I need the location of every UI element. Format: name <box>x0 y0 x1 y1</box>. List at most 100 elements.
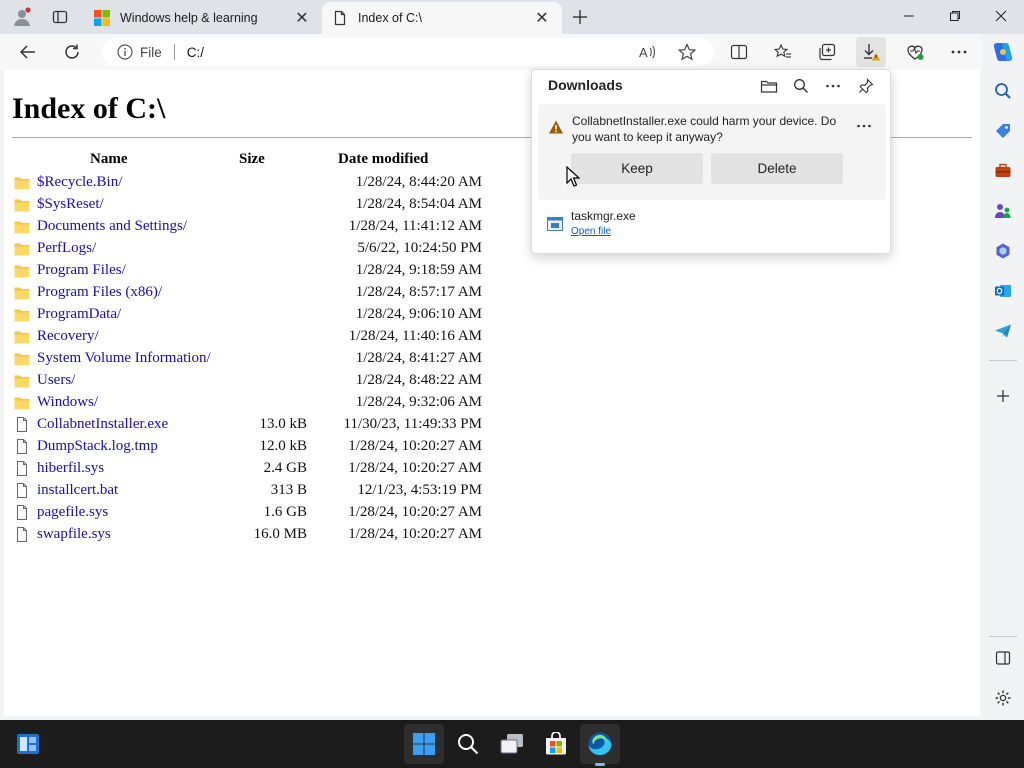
file-icon <box>14 505 30 520</box>
entry-name-link[interactable]: installcert.bat <box>37 482 118 499</box>
folder-icon <box>14 219 30 234</box>
entry-date: 1/28/24, 9:18:59 AM <box>355 262 482 278</box>
open-folder-icon[interactable] <box>756 73 782 99</box>
telegram-send-icon[interactable] <box>989 317 1017 345</box>
entry-name-link[interactable]: DumpStack.log.tmp <box>37 438 158 455</box>
open-file-link[interactable]: Open file <box>571 226 611 237</box>
more-options-icon[interactable] <box>820 73 846 99</box>
entry-date: 1/28/24, 9:32:06 AM <box>355 394 482 410</box>
edge-browser-icon[interactable] <box>580 724 620 764</box>
entry-name-link[interactable]: Recovery/ <box>37 328 99 345</box>
entry-name-link[interactable]: Users/ <box>37 372 75 389</box>
microsoft-365-icon[interactable] <box>989 237 1017 265</box>
entry-name-link[interactable]: Documents and Settings/ <box>37 218 187 235</box>
minimize-icon[interactable] <box>886 0 932 32</box>
outlook-icon[interactable] <box>989 277 1017 305</box>
search-icon[interactable] <box>788 73 814 99</box>
close-tab-icon[interactable]: ✕ <box>292 8 312 28</box>
folder-row: $Recycle.Bin/1/28/24, 8:44:20 AM <box>12 172 482 194</box>
profile-icon[interactable] <box>8 4 36 30</box>
more-options-icon[interactable] <box>852 116 876 136</box>
close-tab-icon[interactable]: ✕ <box>532 8 552 28</box>
entry-date: 1/28/24, 10:20:27 AM <box>348 504 482 520</box>
folder-icon <box>14 285 30 300</box>
column-header-name[interactable]: Name <box>90 151 128 168</box>
entry-name-link[interactable]: PerfLogs/ <box>37 240 96 257</box>
entry-date: 1/28/24, 10:20:27 AM <box>348 526 482 542</box>
tab-index-of-c[interactable]: Index of C:\ ✕ <box>322 2 562 34</box>
downloads-panel: Downloads CollabnetInstaller.exe could h… <box>531 69 891 254</box>
url-scheme: File <box>140 44 162 60</box>
tab-actions-icon[interactable] <box>46 4 74 30</box>
folder-row: Windows/1/28/24, 9:32:06 AM <box>12 392 482 414</box>
entry-date: 1/28/24, 11:40:16 AM <box>348 328 482 344</box>
browser-toolbar: File C:/ A <box>0 34 1024 70</box>
address-bar[interactable]: File C:/ <box>102 38 714 66</box>
downloads-title: Downloads <box>548 77 623 93</box>
entry-name-link[interactable]: ProgramData/ <box>37 306 121 323</box>
games-icon[interactable] <box>989 197 1017 225</box>
browser-essentials-icon[interactable] <box>900 37 930 67</box>
downloads-warning-icon[interactable] <box>856 37 886 67</box>
warning-icon <box>548 119 564 135</box>
entry-name-link[interactable]: System Volume Information/ <box>37 350 211 367</box>
restore-icon[interactable] <box>932 0 978 32</box>
entry-name-link[interactable]: Windows/ <box>37 394 98 411</box>
folder-row: System Volume Information/1/28/24, 8:41:… <box>12 348 482 370</box>
widgets-icon[interactable] <box>8 724 48 764</box>
listing-header: Name Size Date modified <box>12 150 482 172</box>
entry-name-link[interactable]: Program Files/ <box>37 262 126 279</box>
keep-button[interactable]: Keep <box>571 153 703 184</box>
entry-size: 12.0 kB <box>259 438 307 454</box>
microsoft-logo-icon <box>94 10 110 26</box>
hide-sidebar-icon[interactable] <box>989 644 1017 672</box>
entry-name-link[interactable]: Program Files (x86)/ <box>37 284 162 301</box>
copilot-icon[interactable] <box>989 38 1017 66</box>
folder-icon <box>14 395 30 410</box>
favorite-star-icon[interactable] <box>672 37 702 67</box>
entry-name-link[interactable]: CollabnetInstaller.exe <box>37 416 168 433</box>
entry-name-link[interactable]: swapfile.sys <box>37 526 111 543</box>
microsoft-store-icon[interactable] <box>536 724 576 764</box>
mouse-cursor-icon <box>566 165 581 188</box>
entry-name-link[interactable]: hiberfil.sys <box>37 460 104 477</box>
folder-icon <box>14 307 30 322</box>
task-view-icon[interactable] <box>492 724 532 764</box>
shopping-tag-icon[interactable] <box>989 117 1017 145</box>
column-header-date[interactable]: Date modified <box>338 151 428 168</box>
back-arrow-icon[interactable] <box>13 37 43 67</box>
app-file-icon <box>547 217 563 231</box>
entry-date: 1/28/24, 8:57:17 AM <box>355 284 482 300</box>
close-window-icon[interactable] <box>978 0 1024 32</box>
refresh-icon[interactable] <box>57 37 87 67</box>
pin-icon[interactable] <box>853 73 879 99</box>
directory-listing: Name Size Date modified $Recycle.Bin/1/2… <box>12 150 482 546</box>
search-icon[interactable] <box>989 77 1017 105</box>
tools-icon[interactable] <box>989 157 1017 185</box>
sidebar-divider <box>989 636 1017 637</box>
settings-gear-icon[interactable] <box>989 684 1017 712</box>
add-app-icon[interactable] <box>989 382 1017 410</box>
start-windows-icon[interactable] <box>404 724 444 764</box>
entry-date: 1/28/24, 11:41:12 AM <box>348 218 482 234</box>
column-header-size[interactable]: Size <box>239 151 265 168</box>
folder-icon <box>14 263 30 278</box>
collections-icon[interactable] <box>812 37 842 67</box>
info-icon[interactable] <box>116 43 134 61</box>
new-tab-icon[interactable] <box>566 4 594 30</box>
split-screen-icon[interactable] <box>724 37 754 67</box>
entry-size: 313 B <box>270 482 307 498</box>
entry-name-link[interactable]: $Recycle.Bin/ <box>37 174 122 191</box>
file-icon <box>14 417 30 432</box>
tab-title: Index of C:\ <box>358 11 422 25</box>
more-options-icon[interactable] <box>944 37 974 67</box>
download-item[interactable]: taskmgr.exe Open file <box>546 208 876 242</box>
read-aloud-icon[interactable]: A <box>632 37 662 67</box>
entry-name-link[interactable]: pagefile.sys <box>37 504 108 521</box>
favorites-icon[interactable] <box>768 37 798 67</box>
delete-button[interactable]: Delete <box>711 153 843 184</box>
entry-name-link[interactable]: $SysReset/ <box>37 196 104 213</box>
tab-windows-help[interactable]: Windows help & learning ✕ <box>84 2 322 34</box>
taskbar-search-icon[interactable] <box>448 724 488 764</box>
url-text[interactable]: C:/ <box>187 45 204 60</box>
